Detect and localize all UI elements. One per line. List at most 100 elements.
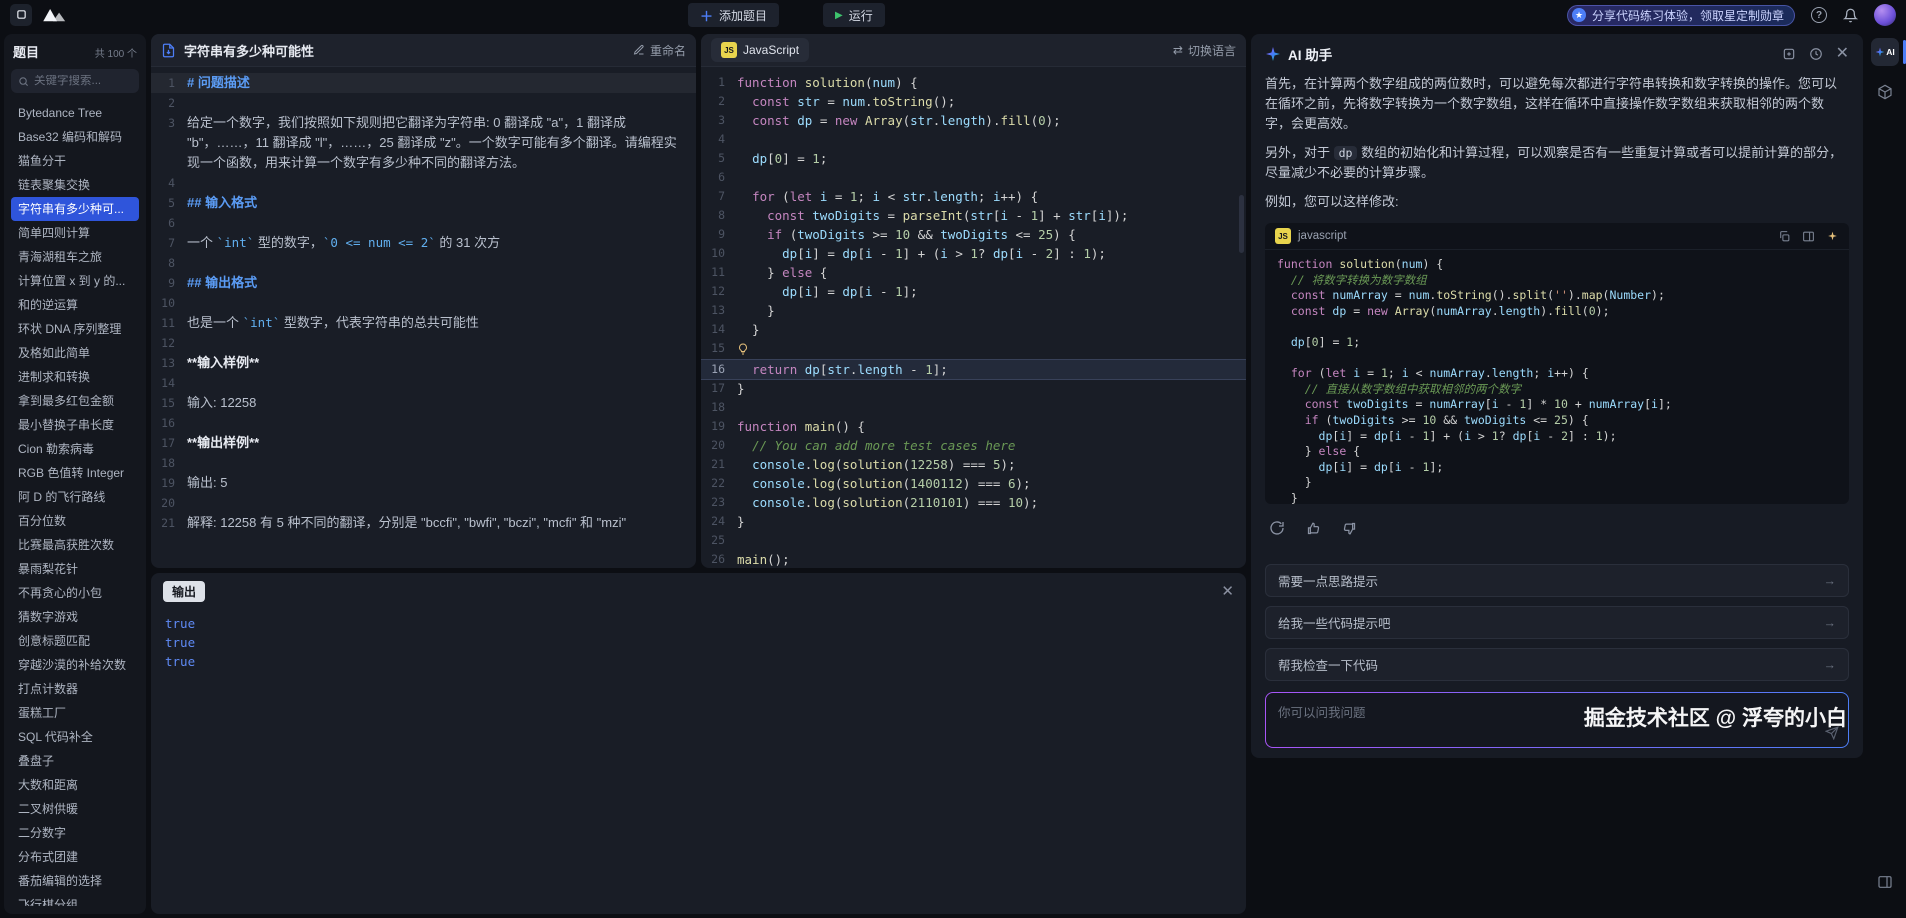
code-line[interactable]: 3 const dp = new Array(str.length).fill(… [701,111,1246,130]
sidebar-item[interactable]: 计算位置 x 到 y 的... [11,269,139,293]
sidebar-item[interactable]: 叠盘子 [11,749,139,773]
code-line[interactable]: 20 // You can add more test cases here [701,436,1246,455]
sidebar-item[interactable]: 打点计数器 [11,677,139,701]
code-line[interactable]: 12 dp[i] = dp[i - 1]; [701,282,1246,301]
close-ai-icon[interactable]: ✕ [1836,46,1849,62]
code-line[interactable]: 16 return dp[str.length - 1]; [701,360,1246,379]
sidebar-item[interactable]: 飞行棋分组 [11,893,139,906]
markdown-line[interactable]: 5## 输入格式 [151,193,696,213]
code-line[interactable]: 26main(); [701,550,1246,568]
sidebar-item[interactable]: 二叉树供暖 [11,797,139,821]
markdown-line[interactable]: 6 [151,213,696,233]
markdown-line[interactable]: 17**输出样例** [151,433,696,453]
sidebar-item[interactable]: 进制求和转换 [11,365,139,389]
sidebar-item[interactable]: 青海湖租车之旅 [11,245,139,269]
sidebar-item[interactable]: 创意标题匹配 [11,629,139,653]
code-line[interactable]: 21 console.log(solution(12258) === 5); [701,455,1246,474]
thumbs-down-icon[interactable] [1337,516,1361,540]
ai-suggestion-button[interactable]: 给我一些代码提示吧→ [1265,606,1849,639]
ai-assistant-toggle[interactable]: AI [1871,38,1899,66]
code-line[interactable]: 8 const twoDigits = parseInt(str[i - 1] … [701,206,1246,225]
help-icon[interactable]: ? [1811,7,1827,23]
code-line[interactable]: 24} [701,512,1246,531]
sidebar-item[interactable]: 百分位数 [11,509,139,533]
code-line[interactable]: 6 [701,168,1246,187]
sidebar-item[interactable]: 番茄编辑的选择 [11,869,139,893]
ai-input-box[interactable] [1265,692,1849,748]
markdown-line[interactable]: 13**输入样例** [151,353,696,373]
ai-suggestion-button[interactable]: 需要一点思路提示→ [1265,564,1849,597]
send-icon[interactable] [1825,726,1839,740]
add-problem-button[interactable]: ＋ 添加题目 [688,3,779,27]
sidebar-item[interactable]: 阿 D 的飞行路线 [11,485,139,509]
output-tab[interactable]: 输出 [163,581,205,602]
code-line[interactable]: 22 console.log(solution(1400112) === 6); [701,474,1246,493]
markdown-line[interactable]: 3给定一个数字，我们按照如下规则把它翻译为字符串: 0 翻译成 "a"，1 翻译… [151,113,696,173]
markdown-line[interactable]: 16 [151,413,696,433]
markdown-line[interactable]: 20 [151,493,696,513]
sidebar-item[interactable]: 及格如此简单 [11,341,139,365]
promo-badge[interactable]: ★ 分享代码练习体验，领取星定制勋章 [1567,5,1795,26]
regenerate-icon[interactable] [1265,516,1289,540]
markdown-line[interactable]: 21解释: 12258 有 5 种不同的翻译，分别是 "bccfi", "bwf… [151,513,696,533]
code-line[interactable]: 4 [701,130,1246,149]
sidebar-item[interactable]: RGB 色值转 Integer [11,461,139,485]
markdown-line[interactable]: 18 [151,453,696,473]
sidebar-item[interactable]: 猫鱼分干 [11,149,139,173]
sidebar-item[interactable]: 拿到最多红包金额 [11,389,139,413]
markdown-line[interactable]: 1# 问题描述 [151,73,696,93]
code-line[interactable]: 7 for (let i = 1; i < str.length; i++) { [701,187,1246,206]
ai-code-lines[interactable]: function solution(num) { // 将数字转换为数字数组 c… [1265,250,1849,504]
app-logo[interactable] [10,4,32,26]
sidebar-item[interactable]: Base32 编码和解码 [11,125,139,149]
scrollbar-thumb[interactable] [1239,195,1244,253]
code-line[interactable]: 5 dp[0] = 1; [701,149,1246,168]
sidebar-item[interactable]: 链表聚集交换 [11,173,139,197]
user-avatar[interactable] [1874,4,1896,26]
copy-icon[interactable] [1778,230,1791,243]
code-line[interactable]: 10 dp[i] = dp[i - 1] + (i > 1? dp[i - 2]… [701,244,1246,263]
switch-language-button[interactable]: ⇄ 切换语言 [1173,42,1236,59]
thumbs-up-icon[interactable] [1301,516,1325,540]
run-button[interactable]: ▶ 运行 [823,3,885,27]
sidebar-item[interactable]: 蛋糕工厂 [11,701,139,725]
markdown-line[interactable]: 15输入: 12258 [151,393,696,413]
sidebar-item[interactable]: SQL 代码补全 [11,725,139,749]
code-line[interactable]: 15 [701,339,1246,360]
juejin-logo[interactable] [42,7,68,24]
markdown-line[interactable]: 10 [151,293,696,313]
sidebar-item[interactable]: 二分数字 [11,821,139,845]
history-icon[interactable] [1809,47,1823,61]
markdown-line[interactable]: 9## 输出格式 [151,273,696,293]
rename-button[interactable]: 重命名 [633,42,686,59]
notifications-icon[interactable] [1843,8,1858,23]
sidebar-item[interactable]: 字符串有多少种可... [11,197,139,221]
code-line[interactable]: 1function solution(num) { [701,73,1246,92]
markdown-line[interactable]: 14 [151,373,696,393]
sidebar-item[interactable]: Bytedance Tree [11,101,139,125]
code-line[interactable]: 11 } else { [701,263,1246,282]
code-editor[interactable]: 1function solution(num) {2 const str = n… [701,67,1246,568]
ai-input[interactable] [1266,693,1848,747]
sidebar-item[interactable]: 不再贪心的小包 [11,581,139,605]
markdown-line[interactable]: 7一个 `int` 型的数字，`0 <= num <= 2` 的 31 次方 [151,233,696,253]
quickfix-bulb-icon[interactable] [737,341,749,360]
close-output-icon[interactable]: ✕ [1221,584,1234,599]
code-line[interactable]: 23 console.log(solution(2110101) === 10)… [701,493,1246,512]
markdown-line[interactable]: 8 [151,253,696,273]
search-input[interactable] [34,75,132,87]
sidebar-item[interactable]: 分布式团建 [11,845,139,869]
magic-icon[interactable] [1826,230,1839,243]
language-tab[interactable]: JS JavaScript [711,38,809,62]
new-chat-icon[interactable] [1782,47,1796,61]
markdown-line[interactable]: 2 [151,93,696,113]
sidebar-item[interactable]: 暴雨梨花针 [11,557,139,581]
sidebar-item[interactable]: 和的逆运算 [11,293,139,317]
sidebar-item[interactable]: 最小替换子串长度 [11,413,139,437]
sidebar-item[interactable]: Cion 勒索病毒 [11,437,139,461]
sidebar-item[interactable]: 简单四则计算 [11,221,139,245]
sidebar-item[interactable]: 穿越沙漠的补给次数 [11,653,139,677]
code-line[interactable]: 13 } [701,301,1246,320]
code-line[interactable]: 9 if (twoDigits >= 10 && twoDigits <= 25… [701,225,1246,244]
code-line[interactable]: 2 const str = num.toString(); [701,92,1246,111]
